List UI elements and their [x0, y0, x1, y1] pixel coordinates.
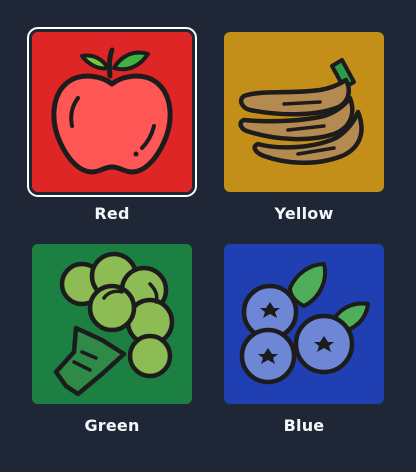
apple-icon — [51, 47, 173, 175]
option-red-card[interactable] — [27, 27, 197, 197]
option-green-card[interactable] — [32, 244, 192, 404]
color-choice-grid: Red Yellow Green Blue — [0, 0, 416, 472]
blueberries-icon — [239, 262, 370, 385]
broccoli-icon — [53, 251, 175, 397]
option-red-label: Red — [94, 204, 130, 223]
option-yellow-card[interactable] — [224, 32, 384, 192]
option-yellow-label: Yellow — [274, 204, 334, 223]
option-blue-label: Blue — [283, 416, 325, 435]
option-green-label: Green — [84, 416, 140, 435]
option-blue-card[interactable] — [224, 244, 384, 404]
banana-icon — [238, 58, 364, 165]
